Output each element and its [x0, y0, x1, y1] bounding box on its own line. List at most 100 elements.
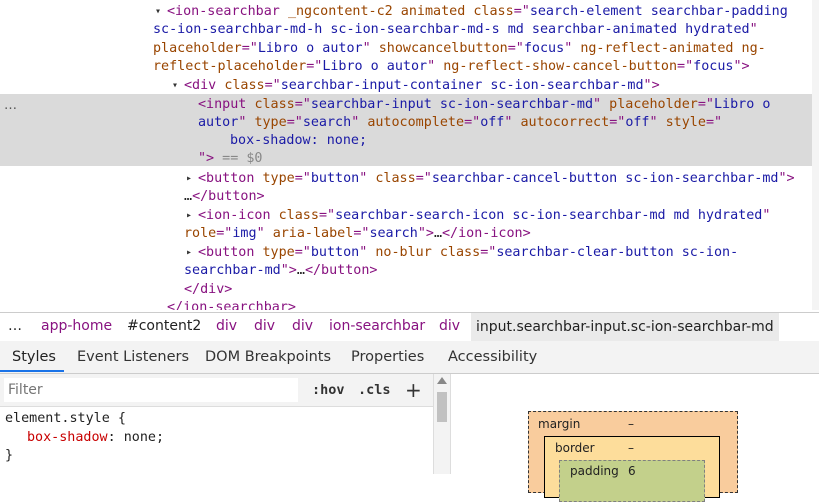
- breadcrumb-item[interactable]: div: [216, 318, 237, 334]
- border-value[interactable]: –: [628, 441, 634, 455]
- dom-node-line[interactable]: </div>: [184, 281, 232, 300]
- dom-token: ng-reflect-show-cancel-button: [443, 59, 678, 74]
- dom-node-line[interactable]: reflect-placeholder="Libro o autor" ng-r…: [153, 58, 750, 77]
- active-tab-underline: [0, 370, 64, 372]
- breadcrumb-item[interactable]: app-home: [41, 318, 112, 334]
- scroll-up-arrow-icon[interactable]: [437, 377, 447, 384]
- dom-token: =": [318, 208, 336, 223]
- dom-token: type: [262, 171, 295, 186]
- property-value[interactable]: none: [124, 430, 156, 445]
- dom-node-line[interactable]: ▾ <ion-searchbar _ngcontent-c2 animated c…: [155, 3, 788, 22]
- dom-token: off: [625, 115, 650, 130]
- dom-token: =": [353, 226, 370, 241]
- tab-styles[interactable]: Styles: [12, 349, 56, 365]
- filter-input[interactable]: [4, 378, 298, 402]
- dom-token: <ion-icon: [198, 208, 279, 223]
- hover-state-button[interactable]: :hov: [312, 382, 345, 398]
- dom-token: =": [507, 41, 524, 56]
- dom-token: class: [375, 171, 416, 186]
- expand-triangle-icon[interactable]: ▸: [186, 244, 192, 263]
- dom-token: focus: [523, 41, 565, 56]
- collapse-triangle-icon[interactable]: ▾: [172, 77, 178, 96]
- tab-accessibility[interactable]: Accessibility: [448, 349, 537, 365]
- dom-token: ": [362, 41, 379, 56]
- dom-token: class: [439, 245, 481, 260]
- padding-label: padding: [570, 464, 619, 478]
- class-toggle-button[interactable]: .cls: [358, 382, 391, 398]
- dom-token: style: [665, 115, 706, 130]
- dom-token: </ion-searchbar>: [167, 300, 296, 310]
- dom-node-line[interactable]: role="img" aria-label="search">…</ion-ic…: [184, 225, 531, 244]
- margin-value[interactable]: –: [628, 417, 634, 431]
- breadcrumb-item[interactable]: div: [439, 318, 460, 334]
- elements-tree-scrollbar[interactable]: [812, 0, 819, 310]
- dom-token: =": [609, 115, 626, 130]
- styles-toolbar: :hov .cls +: [0, 374, 433, 407]
- dom-token: …: [433, 226, 442, 241]
- dom-node-line[interactable]: <input class="searchbar-input sc-ion-sea…: [198, 96, 770, 115]
- selected-node-menu-icon[interactable]: …: [4, 98, 17, 113]
- dom-token: =": [216, 226, 233, 241]
- dom-token: =": [286, 115, 303, 130]
- dom-token: autor: [198, 115, 239, 130]
- tab-event-listeners[interactable]: Event Listeners: [77, 349, 189, 365]
- padding-value[interactable]: 6: [628, 464, 636, 478]
- dom-token: =": [306, 59, 323, 74]
- dom-token: autocorrect: [520, 115, 610, 130]
- dom-token: =": [294, 245, 311, 260]
- dom-node-line[interactable]: searchbar-md">…</button>: [184, 262, 378, 281]
- dom-token: ": [564, 41, 581, 56]
- dom-node-line[interactable]: ▸ <button type="button" class="searchbar-…: [186, 170, 795, 189]
- property-colon: :: [107, 429, 124, 445]
- breadcrumb-item[interactable]: ion-searchbar: [329, 318, 425, 334]
- margin-label: margin: [538, 417, 581, 431]
- rule-selector[interactable]: element.style: [5, 411, 110, 426]
- dom-node-line[interactable]: ▸ <ion-icon class="searchbar-search-icon …: [186, 207, 770, 226]
- dom-node-line[interactable]: </ion-searchbar>: [167, 299, 296, 310]
- styles-scrollbar[interactable]: [433, 374, 450, 474]
- dom-token: <input: [198, 97, 255, 112]
- expand-triangle-icon[interactable]: ▸: [186, 170, 192, 189]
- dom-node-line[interactable]: placeholder="Libro o autor" showcancelbu…: [153, 40, 766, 59]
- dom-node-line[interactable]: ▾ <div class="searchbar-input-container s…: [172, 77, 660, 96]
- tab-properties[interactable]: Properties: [351, 349, 424, 365]
- dom-token: …: [296, 263, 305, 278]
- dom-token: button: [310, 245, 360, 260]
- dom-node-line[interactable]: box-shadow: none;: [230, 132, 367, 151]
- dom-token: ": [238, 115, 255, 130]
- breadcrumb-item[interactable]: …: [8, 318, 22, 334]
- box-model-margin[interactable]: margin – border – padding 6: [528, 411, 738, 502]
- box-model-border[interactable]: border – padding 6: [544, 436, 720, 502]
- expand-triangle-icon[interactable]: ▸: [186, 207, 192, 226]
- breadcrumb-item[interactable]: #content2: [127, 318, 201, 334]
- breadcrumb-item[interactable]: div: [292, 318, 313, 334]
- dom-token: <button: [198, 171, 263, 186]
- dom-token: =": [697, 97, 714, 112]
- dom-token: role: [184, 226, 217, 241]
- rule-open-brace: {: [109, 411, 126, 426]
- dom-node-line[interactable]: sc-ion-searchbar-md-h sc-ion-searchbar-m…: [153, 21, 758, 40]
- scroll-thumb[interactable]: [437, 392, 447, 422]
- dom-token: =": [264, 78, 281, 93]
- dom-token: searchbar-clear-button sc-ion-: [496, 245, 739, 260]
- dom-node-line[interactable]: "> == $0: [198, 150, 263, 169]
- dom-token: </button>: [192, 189, 265, 204]
- breadcrumb-item[interactable]: input.searchbar-input.sc-ion-searchbar-m…: [471, 313, 779, 341]
- dom-token: ": [359, 245, 376, 260]
- dom-node-line[interactable]: …</button>: [184, 188, 265, 207]
- dom-node-line[interactable]: ▸ <button type="button" no-blur class="se…: [186, 244, 739, 263]
- dom-token: == $0: [214, 151, 263, 166]
- collapse-triangle-icon[interactable]: ▾: [155, 3, 161, 22]
- new-style-rule-icon[interactable]: +: [405, 378, 422, 402]
- sidebar-tabs: Styles Event Listeners DOM Breakpoints Prop…: [0, 341, 819, 374]
- dom-token: ": [427, 59, 444, 74]
- tab-dom-breakpoints[interactable]: DOM Breakpoints: [205, 349, 331, 365]
- dom-token: ng-: [733, 41, 766, 56]
- dom-token: </ion-icon>: [442, 226, 531, 241]
- breadcrumb-item[interactable]: div: [254, 318, 275, 334]
- property-name[interactable]: box-shadow: [27, 430, 108, 445]
- dom-node-line[interactable]: autor" type="search" autocomplete="off" …: [198, 114, 722, 133]
- dom-token: …: [184, 189, 193, 204]
- box-model-padding[interactable]: padding 6: [559, 460, 705, 502]
- dom-token: autocomplete: [367, 115, 465, 130]
